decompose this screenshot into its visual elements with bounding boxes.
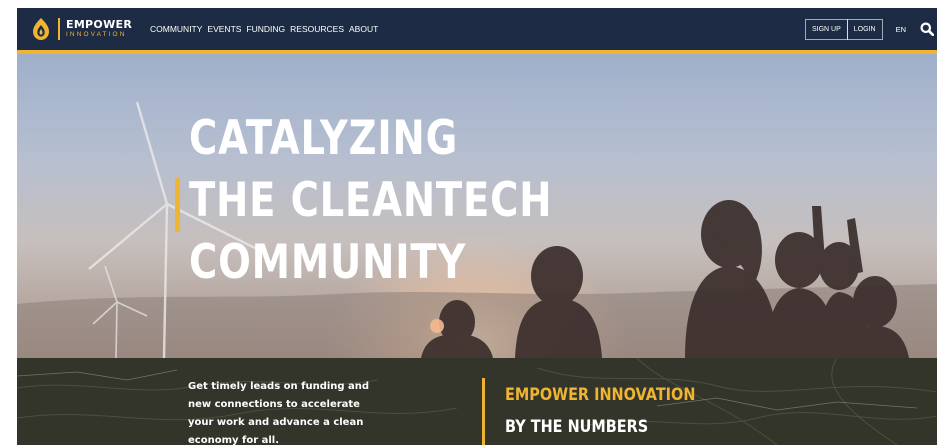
hero-headline: CATALYZING THE CLEANTECH COMMUNITY bbox=[189, 108, 552, 294]
menu-item-events[interactable]: EVENTS bbox=[207, 24, 241, 34]
site-logo[interactable]: EMPOWER INNOVATION bbox=[30, 15, 132, 43]
logo-divider bbox=[58, 18, 60, 40]
logo-subtitle: INNOVATION bbox=[66, 31, 127, 39]
sign-up-button[interactable]: SIGN UP bbox=[804, 18, 848, 40]
logo-text: EMPOWER INNOVATION bbox=[66, 19, 132, 39]
headline-line-2: THE CLEANTECH bbox=[189, 173, 553, 228]
hero-banner: CATALYZING THE CLEANTECH COMMUNITY bbox=[17, 54, 937, 358]
headline-line-1: CATALYZING bbox=[189, 111, 459, 166]
menu-item-about[interactable]: ABOUT bbox=[349, 24, 378, 34]
band-divider bbox=[482, 378, 485, 445]
menu-item-resources[interactable]: RESOURCES bbox=[290, 24, 344, 34]
topographic-map-pattern bbox=[17, 358, 937, 445]
search-icon[interactable] bbox=[920, 22, 934, 36]
top-navigation: EMPOWER INNOVATION COMMUNITY EVENTS FUND… bbox=[17, 8, 937, 50]
numbers-title: EMPOWER INNOVATION bbox=[505, 385, 696, 405]
language-selector[interactable]: EN bbox=[896, 25, 906, 34]
nav-actions: SIGN UP LOGIN EN bbox=[804, 8, 937, 50]
headline-line-3: COMMUNITY bbox=[189, 235, 467, 290]
intro-text: Get timely leads on funding and new conn… bbox=[188, 381, 370, 445]
page: EMPOWER INNOVATION COMMUNITY EVENTS FUND… bbox=[0, 0, 937, 445]
main-menu: COMMUNITY EVENTS FUNDING RESOURCES ABOUT bbox=[150, 8, 378, 50]
numbers-subtitle: BY THE NUMBERS bbox=[505, 417, 649, 437]
login-button[interactable]: LOGIN bbox=[846, 18, 883, 40]
menu-item-community[interactable]: COMMUNITY bbox=[150, 24, 202, 34]
intro-band: Get timely leads on funding and new conn… bbox=[17, 358, 937, 445]
menu-item-funding[interactable]: FUNDING bbox=[246, 24, 285, 34]
headline-accent-bar bbox=[175, 178, 180, 232]
empower-flame-logo-icon bbox=[33, 18, 49, 40]
logo-name: EMPOWER bbox=[66, 18, 133, 32]
